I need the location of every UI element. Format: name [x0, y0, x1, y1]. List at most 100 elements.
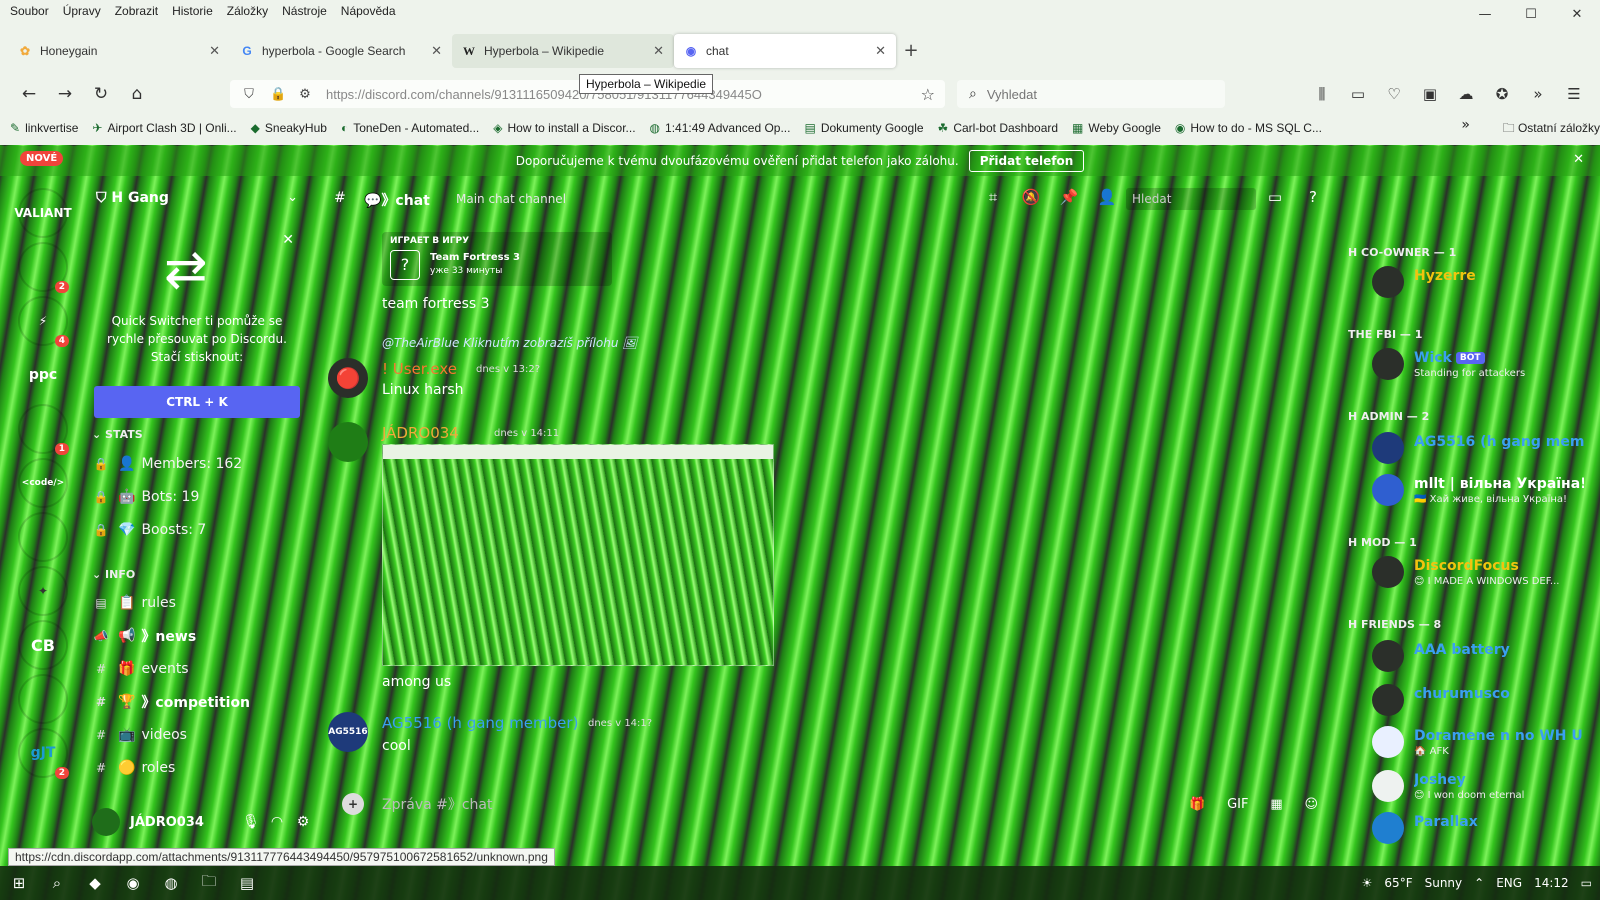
members-icon[interactable]: 👤	[1088, 188, 1126, 210]
member-item[interactable]: AAA battery	[1372, 640, 1582, 678]
member-item[interactable]: mllt | вільна Україна! 🇺🇦 Хай живе, віль…	[1372, 474, 1584, 512]
headphones-icon[interactable]: ◠	[264, 814, 290, 830]
server-icon[interactable]: ⚡ 4	[20, 298, 69, 347]
category-info[interactable]: ⌄ INFO	[92, 568, 135, 581]
overflow-icon[interactable]: »	[1520, 82, 1556, 106]
search-bar[interactable]: ⌕	[957, 80, 1225, 108]
channel-competition[interactable]: # 🏆 》competition	[92, 688, 306, 716]
category-stats[interactable]: ⌄ STATS	[92, 428, 143, 441]
close-tab-icon[interactable]: ✕	[209, 43, 220, 59]
member-item[interactable]: churumusco	[1372, 684, 1582, 722]
search-input[interactable]	[986, 86, 1187, 102]
header-search-input[interactable]: Hledat	[1126, 188, 1256, 210]
add-phone-button[interactable]: Přidat telefon	[968, 150, 1085, 172]
channel-news[interactable]: 📣 📢 》news	[92, 622, 306, 650]
server-icon[interactable]: CB	[20, 622, 66, 668]
server-icon[interactable]: VALIANT	[14, 190, 71, 236]
close-icon[interactable]: ✕	[282, 232, 294, 248]
bookmark-item[interactable]: ☘ Carl-bot Dashboard	[938, 121, 1058, 135]
tab-honeygain[interactable]: ✿ Honeygain ✕	[8, 34, 230, 68]
new-tab-button[interactable]: +	[896, 34, 926, 68]
reply-reference[interactable]: @TheAirBlue Kliknutím zobrazíš přílohu 🖼	[382, 336, 638, 350]
tab-chat[interactable]: ◉ chat ✕	[674, 34, 896, 68]
avatar[interactable]: AG5516	[328, 712, 368, 752]
server-icon[interactable]	[20, 676, 66, 722]
channel-roles[interactable]: # 🟡 roles	[92, 754, 306, 782]
chevron-down-icon[interactable]: ⌄	[287, 190, 298, 205]
menu-bookmarks[interactable]: Záložky	[227, 4, 268, 18]
search-icon[interactable]: ⌕	[38, 874, 76, 892]
back-icon[interactable]: ←	[18, 83, 40, 105]
avatar[interactable]	[92, 808, 120, 836]
chevron-up-icon[interactable]: ⌃	[1474, 876, 1484, 890]
bookmark-item[interactable]: ◈ How to install a Discor...	[493, 121, 635, 135]
menu-view[interactable]: Zobrazit	[115, 4, 158, 18]
channel-rules[interactable]: ▤ 📋 rules	[92, 589, 306, 617]
member-item[interactable]: Wick BOT Standing for attackers	[1372, 348, 1582, 386]
message-input[interactable]: Zpráva #》chat	[382, 794, 1171, 814]
help-icon[interactable]: ?	[1294, 188, 1332, 210]
close-tab-icon[interactable]: ✕	[653, 43, 664, 59]
notepad-icon[interactable]: ▤	[228, 874, 266, 892]
bookmarks-overflow-icon[interactable]: »	[1461, 117, 1470, 133]
clock[interactable]: 14:12	[1534, 876, 1569, 890]
server-icon[interactable]: <code/>	[20, 460, 66, 506]
pocket-icon[interactable]: ♡	[1376, 82, 1412, 106]
bookmark-item[interactable]: ✎ linkvertise	[10, 121, 78, 135]
add-attachment-button[interactable]: +	[342, 793, 364, 815]
firefox-icon[interactable]: ◍	[152, 874, 190, 892]
menu-tools[interactable]: Nástroje	[282, 4, 327, 18]
menu-edit[interactable]: Úpravy	[63, 4, 101, 18]
gift-icon[interactable]: 🎁	[1189, 797, 1205, 812]
language-indicator[interactable]: ENG	[1496, 876, 1522, 890]
message-author[interactable]: AG5516 (h gang member)	[382, 714, 578, 732]
gif-icon[interactable]: GIF	[1227, 797, 1248, 812]
inbox-icon[interactable]: ▭	[1256, 188, 1294, 210]
bookmark-item[interactable]: ◉ How to do - MS SQL C...	[1175, 121, 1322, 135]
mute-bell-icon[interactable]: 🔕	[1012, 188, 1050, 210]
bookmark-item[interactable]: ◆ SneakyHub	[251, 121, 327, 135]
bookmark-item[interactable]: ▦ Weby Google	[1072, 121, 1161, 135]
extension-icon[interactable]: ✪	[1484, 82, 1520, 106]
bookmark-item[interactable]: ✈ Airport Clash 3D | Onli...	[92, 121, 236, 135]
mute-icon[interactable]: 🎙	[238, 814, 264, 830]
bookmark-item[interactable]: ◐ ToneDen - Automated...	[341, 121, 479, 135]
forward-icon[interactable]: →	[54, 83, 76, 105]
server-icon[interactable]: ppc	[20, 352, 66, 398]
lock-icon[interactable]: 🔒	[270, 87, 286, 102]
member-item[interactable]: Joshey 😊 I won doom eternal	[1372, 770, 1582, 808]
server-icon[interactable]: 1	[20, 406, 69, 455]
minimize-button[interactable]: —	[1462, 0, 1508, 30]
sticker-icon[interactable]: ▦	[1270, 797, 1282, 812]
bookmark-star-icon[interactable]: ☆	[921, 85, 935, 104]
notifications-icon[interactable]: ▭	[1581, 876, 1592, 890]
threads-icon[interactable]: ⌗	[974, 188, 1012, 210]
sidebar-icon[interactable]: ▭	[1340, 82, 1376, 106]
file-explorer-icon[interactable]: 🗀	[190, 871, 228, 896]
container-icon[interactable]: ▣	[1412, 82, 1448, 106]
bookmark-item[interactable]: ◍ 1:41:49 Advanced Op...	[650, 121, 791, 135]
shield-icon[interactable]: ⛉	[242, 87, 256, 102]
quick-switcher-shortcut[interactable]: CTRL + K	[94, 386, 300, 418]
menu-file[interactable]: Soubor	[10, 4, 49, 18]
emoji-icon[interactable]: ☺	[1304, 797, 1318, 812]
server-icon[interactable]: ✦	[20, 568, 66, 614]
member-item[interactable]: Doramene n no WH U... 🏠 AFK	[1372, 726, 1584, 764]
user-name[interactable]: JÁDRO034	[130, 815, 238, 830]
channel-bots[interactable]: 🔒 🤖 Bots: 19	[92, 483, 306, 511]
close-tab-icon[interactable]: ✕	[431, 43, 442, 59]
avatar[interactable]	[328, 422, 368, 462]
server-name[interactable]: ⛉ H Gang	[96, 190, 169, 206]
message-author[interactable]: ! User.exe	[382, 360, 457, 378]
close-icon[interactable]: ✕	[1573, 152, 1584, 167]
close-window-button[interactable]: ✕	[1554, 0, 1600, 30]
server-icon[interactable]: gJT 2	[20, 730, 69, 779]
tab-google-search[interactable]: G hyperbola - Google Search ✕	[230, 34, 452, 68]
member-item[interactable]: Parallax	[1372, 812, 1582, 850]
reload-icon[interactable]: ↻	[90, 83, 112, 105]
other-bookmarks[interactable]: 🗀 Ostatní záložky	[1503, 119, 1600, 140]
tab-wikipedia[interactable]: W Hyperbola – Wikipedie ✕	[452, 34, 674, 68]
vscode-icon[interactable]: ◆	[76, 874, 114, 892]
permissions-icon[interactable]: ⚙	[298, 87, 312, 102]
member-item[interactable]: AG5516 (h gang mem...	[1372, 432, 1584, 470]
